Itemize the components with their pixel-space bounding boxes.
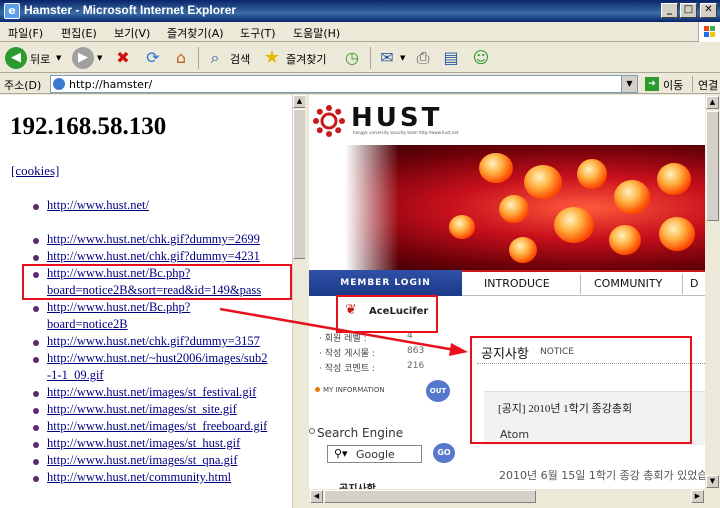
annotation-arrow-icon [219, 307, 468, 356]
browser-window: e Hamster - Microsoft Internet Explorer … [0, 0, 720, 508]
